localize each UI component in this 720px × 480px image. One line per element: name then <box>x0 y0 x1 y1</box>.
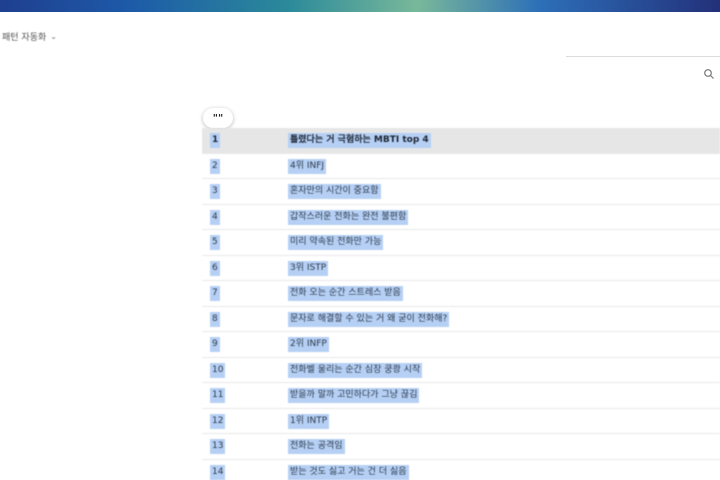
row-text[interactable]: 갑작스러운 전화는 완전 불편함 <box>288 209 409 225</box>
search-icon[interactable] <box>703 68 715 80</box>
row-number: 6 <box>210 260 220 276</box>
table-row[interactable]: 12 1위 INTP <box>202 409 720 434</box>
row-text[interactable]: 혼자만의 시간이 중요함 <box>288 184 381 199</box>
table-row[interactable]: 1 틀렸다는 거 극혐하는 MBTI top 4 <box>202 128 720 154</box>
row-text[interactable]: 3위 ISTP <box>288 260 329 276</box>
table-row[interactable]: 4 갑작스러운 전화는 완전 불편함 <box>202 205 720 230</box>
table-row[interactable]: 6 3위 ISTP <box>202 256 720 281</box>
top-left-menu[interactable]: 패턴 자동화 ⌄ <box>2 30 57 43</box>
row-number: 3 <box>210 184 220 199</box>
row-number: 4 <box>210 209 220 225</box>
table-row[interactable]: 11 받을까 말까 고민하다가 그냥 끊김 <box>202 383 720 409</box>
top-banner <box>0 0 720 12</box>
row-number: 13 <box>210 439 226 454</box>
row-text[interactable]: 전화벨 울리는 순간 심장 쿵쾅 시작 <box>288 362 423 378</box>
script-table: 1 틀렸다는 거 극혐하는 MBTI top 4 2 4위 INFJ 3 혼자만의 시간이… <box>202 128 720 480</box>
row-number: 2 <box>210 158 220 174</box>
table-row[interactable]: 13 전화는 공격임 <box>202 434 720 460</box>
table-row[interactable]: 3 혼자만의 시간이 중요함 <box>202 179 720 205</box>
table-row[interactable]: 8 문자로 해결할 수 있는 거 왜 굳이 전화해? <box>202 307 720 332</box>
row-text[interactable]: 전화는 공격임 <box>288 439 345 454</box>
row-number: 1 <box>210 133 221 148</box>
row-number: 5 <box>210 235 220 250</box>
row-number: 11 <box>210 388 226 403</box>
row-text[interactable]: 4위 INFJ <box>288 158 327 174</box>
row-text[interactable]: 받을까 말까 고민하다가 그냥 끊김 <box>288 388 420 403</box>
row-number: 9 <box>210 337 220 352</box>
row-number: 14 <box>210 464 226 480</box>
table-row[interactable]: 9 2위 INFP <box>202 332 720 358</box>
table-row[interactable]: 14 받는 것도 싫고 거는 건 더 싫음 <box>202 460 720 480</box>
row-number: 10 <box>210 362 226 378</box>
row-text[interactable]: 1위 INTP <box>288 413 330 429</box>
table-handle-label: "" <box>212 112 224 124</box>
chevron-down-icon: ⌄ <box>50 32 57 41</box>
table-row[interactable]: 7 전화 오는 순간 스트레스 받음 <box>202 281 720 307</box>
editor-page: 패턴 자동화 ⌄ "" 1 틀렸다는 거 극혐하는 MBTI top 4 2 4위 I… <box>0 0 720 480</box>
menu-label: 패턴 자동화 <box>2 33 47 43</box>
row-text[interactable]: 틀렸다는 거 극혐하는 MBTI top 4 <box>288 133 431 148</box>
row-number: 7 <box>210 286 220 301</box>
table-row[interactable]: 2 4위 INFJ <box>202 154 720 179</box>
row-text[interactable]: 전화 오는 순간 스트레스 받음 <box>288 286 403 301</box>
table-handle-button[interactable]: "" <box>203 108 233 128</box>
row-text[interactable]: 문자로 해결할 수 있는 거 왜 굳이 전화해? <box>288 311 450 327</box>
row-text[interactable]: 받는 것도 싫고 거는 건 더 싫음 <box>288 464 409 480</box>
table-row[interactable]: 10 전화벨 울리는 순간 심장 쿵쾅 시작 <box>202 358 720 383</box>
search-input[interactable] <box>566 56 720 57</box>
row-text[interactable]: 미리 약속된 전화만 가능 <box>288 235 384 250</box>
row-text[interactable]: 2위 INFP <box>288 337 329 352</box>
row-number: 8 <box>210 311 220 327</box>
row-number: 12 <box>210 413 226 429</box>
table-row[interactable]: 5 미리 약속된 전화만 가능 <box>202 230 720 256</box>
